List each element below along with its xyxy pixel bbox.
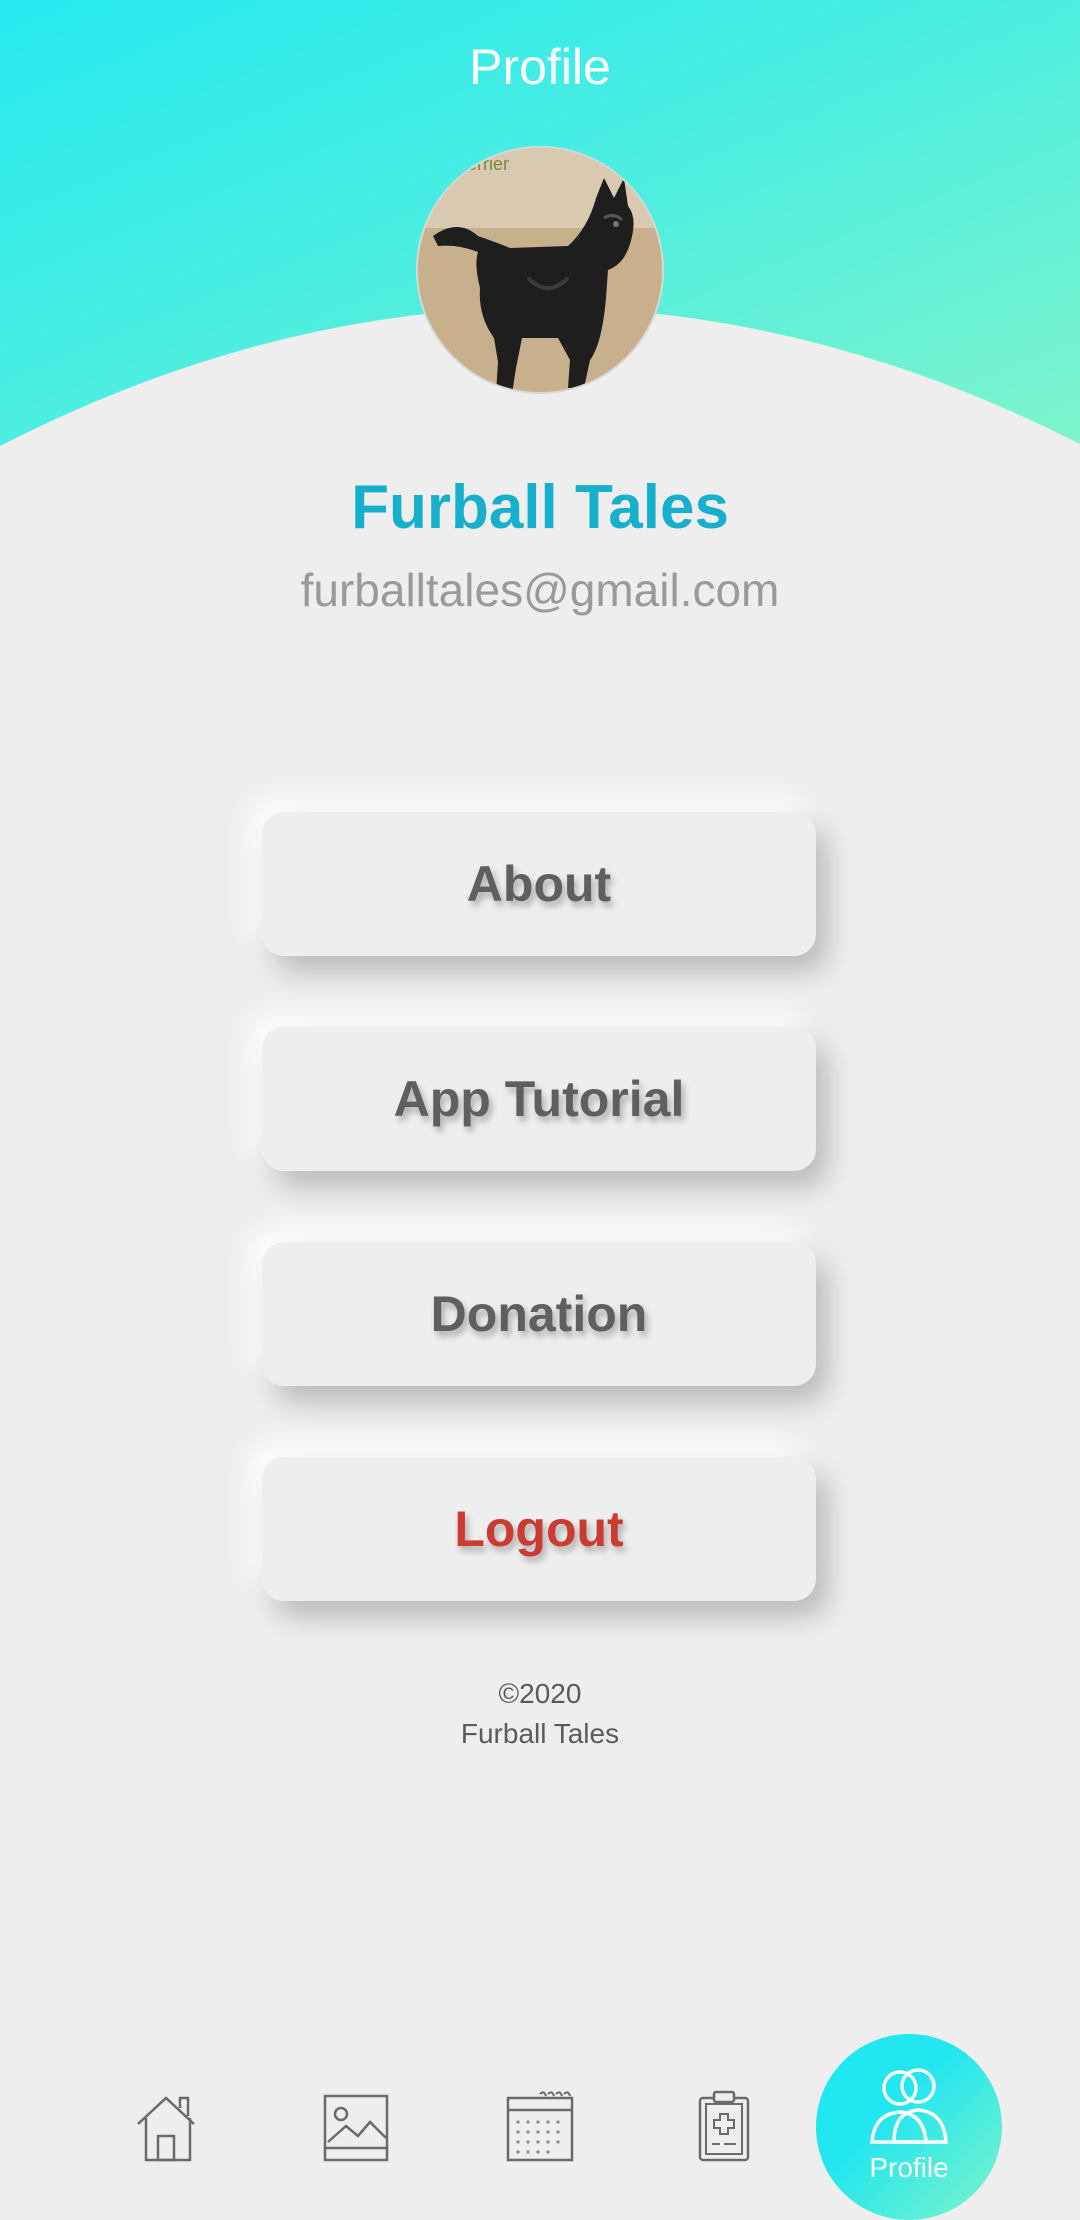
- profile-name: Furball Tales: [351, 473, 729, 542]
- footer-brand: Furball Tales: [460, 1718, 620, 1749]
- donation-button[interactable]: Donation: [262, 1242, 816, 1386]
- avatar: Terrier: [416, 146, 664, 394]
- medical-clipboard-icon[interactable]: [684, 2086, 764, 2166]
- footer: ©2020 Furball Tales: [0, 1674, 1080, 1754]
- logout-button[interactable]: Logout: [262, 1457, 816, 1601]
- nav-profile-label: Profile: [869, 2152, 949, 2183]
- about-button[interactable]: About: [262, 812, 816, 956]
- app-tutorial-button[interactable]: App Tutorial: [262, 1027, 816, 1171]
- profile-icon: [870, 2068, 948, 2144]
- page-title: Profile: [469, 39, 611, 95]
- home-icon[interactable]: [130, 2086, 210, 2166]
- gallery-icon[interactable]: [316, 2086, 396, 2166]
- copyright-text: ©2020: [498, 1678, 582, 1709]
- profile-email: furballtales@gmail.com: [300, 564, 780, 616]
- nav-profile-button[interactable]: Profile: [816, 2034, 1002, 2220]
- calendar-icon[interactable]: [500, 2086, 580, 2166]
